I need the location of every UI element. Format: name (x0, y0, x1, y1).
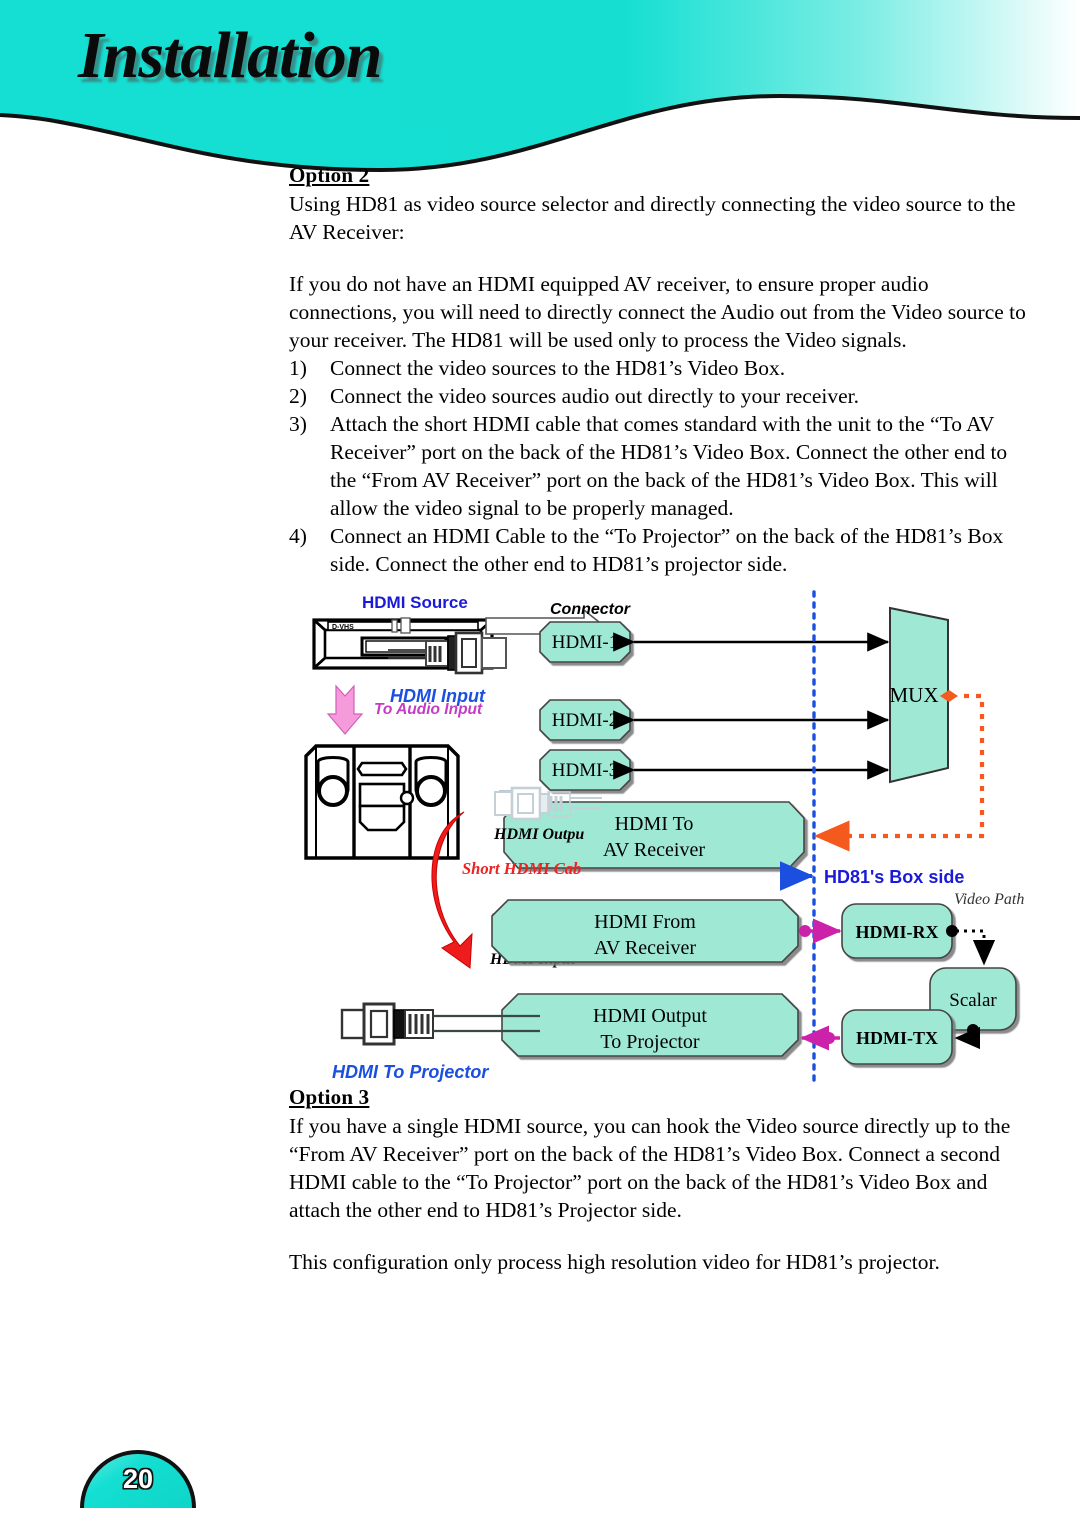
node-label-line2: To Projector (600, 1031, 699, 1053)
step-number: 1) (289, 356, 307, 380)
step-text: Attach the short HDMI cable that comes s… (330, 412, 1008, 520)
option2-steps: 1) Connect the video sources to the HD81… (289, 354, 1029, 578)
step-number: 3) (289, 412, 307, 436)
node-hdmi-from-av-receiver: HDMI From AV Receiver (491, 899, 799, 963)
option3-section: Option 3 If you have a single HDMI sourc… (289, 1085, 1029, 1276)
list-item: 2) Connect the video sources audio out d… (289, 382, 1029, 410)
device-model-label: D-VHS (332, 624, 354, 631)
step-text: Connect the video sources audio out dire… (330, 384, 859, 408)
step-number: 2) (289, 384, 307, 408)
to-audio-input-arrow-icon (326, 684, 364, 735)
step-text: Connect an HDMI Cable to the “To Project… (330, 524, 1004, 576)
label-video-path: Video Path (954, 891, 1024, 908)
node-label: MUX (889, 683, 938, 707)
node-label: HDMI-1 (552, 632, 619, 653)
installation-diagram: HDMI Source D-VHS To Audio Input HDMI In… (292, 586, 1032, 1086)
node-hdmi-output-to-projector: HDMI Output To Projector (501, 993, 799, 1057)
label-hd81-box-side: HD81's Box side (824, 867, 964, 887)
node-label: Scalar (949, 990, 997, 1011)
step-text: Connect the video sources to the HD81’s … (330, 356, 786, 380)
node-hdmi-2: HDMI-2 (539, 699, 631, 741)
label-hdmi-input-top: HDMI Input (390, 686, 486, 706)
option3-body: If you have a single HDMI source, you ca… (289, 1114, 1011, 1222)
page-number: 20 (122, 1464, 154, 1494)
node-label-line1: HDMI Output (593, 1005, 707, 1027)
page-footer: 20 (78, 1430, 198, 1530)
label-hdmi-to-projector: HDMI To Projector (332, 1062, 489, 1082)
content-column: Option 2 Using HD81 as video source sele… (289, 163, 1029, 578)
label-connector: Connector (550, 601, 631, 618)
connector-rx-to-scalar (956, 929, 996, 966)
label-short-hdmi-cable: Short HDMI Cab (462, 859, 581, 878)
av-receiver-speakers-icon (304, 744, 460, 860)
list-item: 1) Connect the video sources to the HD81… (289, 354, 1029, 382)
node-label: HDMI-2 (552, 710, 619, 731)
node-hdmi-1: HDMI-1 (539, 621, 631, 663)
node-label: HDMI-3 (552, 760, 619, 781)
list-item: 3) Attach the short HDMI cable that come… (289, 410, 1029, 522)
node-label-line2: AV Receiver (603, 839, 705, 861)
node-hdmi-3: HDMI-3 (539, 749, 631, 791)
option2-intro: Using HD81 as video source selector and … (289, 192, 1016, 244)
option3-heading: Option 3 (289, 1085, 370, 1109)
step-number: 4) (289, 524, 307, 548)
node-label: HDMI-TX (856, 1028, 938, 1048)
option3-note: This configuration only process high res… (289, 1250, 940, 1274)
node-hdmi-rx: HDMI-RX (841, 903, 953, 959)
page-title: Installation (78, 19, 382, 92)
node-hdmi-tx: HDMI-TX (841, 1009, 953, 1065)
node-label: HDMI-RX (856, 922, 939, 942)
label-hdmi-source: HDMI Source (362, 593, 468, 612)
node-label-line2: AV Receiver (594, 937, 696, 959)
list-item: 4) Connect an HDMI Cable to the “To Proj… (289, 522, 1029, 578)
node-mux: MUX (889, 606, 949, 784)
option2-heading: Option 2 (289, 163, 370, 187)
node-label-line1: HDMI From (594, 911, 696, 933)
node-label-line1: HDMI To (615, 813, 694, 835)
option2-body: If you do not have an HDMI equipped AV r… (289, 272, 1026, 352)
label-hdmi-output-mid: HDMI Outpu (493, 826, 584, 843)
